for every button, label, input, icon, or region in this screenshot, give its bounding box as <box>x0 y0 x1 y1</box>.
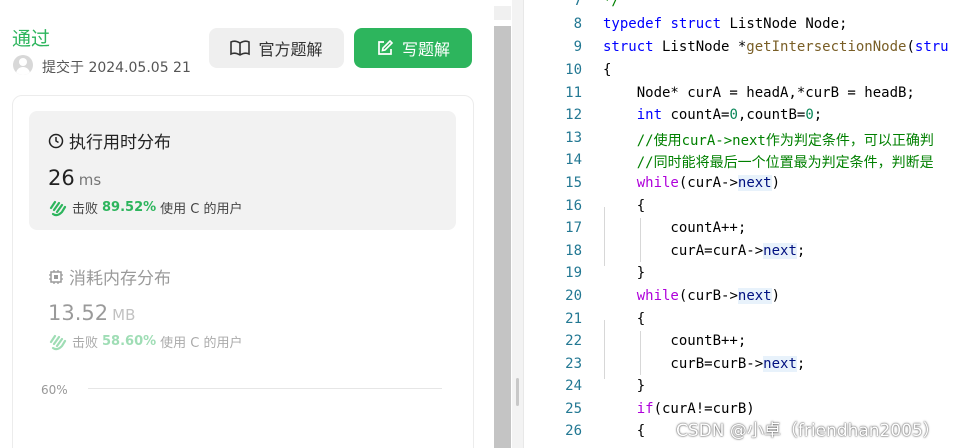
code-line: 20 while(curB->next) <box>565 288 781 304</box>
official-solution-label: 官方题解 <box>258 40 323 59</box>
chart-gridline <box>88 388 442 389</box>
write-solution-label: 写题解 <box>401 40 450 59</box>
code-line: 12 int countA=0,countB=0; <box>565 107 823 123</box>
divider-handle[interactable] <box>516 378 519 406</box>
code-line: 14 //同时能将最后一个位置最为判定条件，判断是 <box>565 152 934 171</box>
memory-value: 13.52 MB <box>48 301 136 325</box>
code-line: 15 while(curA->next) <box>565 175 781 191</box>
code-line: 8 typedef struct ListNode Node; <box>573 16 848 32</box>
scroll-up-button[interactable] <box>494 6 511 20</box>
write-solution-button[interactable]: 写题解 <box>354 28 472 68</box>
code-editor[interactable]: 7 */ 8 typedef struct ListNode Node; 9 stru… <box>524 0 962 448</box>
clap-icon <box>49 334 67 350</box>
code-line: 24 } <box>565 378 646 394</box>
clap-icon <box>49 200 67 216</box>
submission-panel: 通过 提交于 2024.05.05 21:2 官方题解 写题解 执行用时分布 2… <box>0 0 490 448</box>
code-line: 13 //使用curA->next作为判定条件，可以正确判 <box>565 130 934 149</box>
code-line: 9 struct ListNode *getIntersectionNode(st… <box>573 39 949 55</box>
edit-icon <box>378 39 394 55</box>
submitted-time: 提交于 2024.05.05 21:2 <box>42 60 192 76</box>
book-icon <box>230 40 251 56</box>
code-line: 16 { <box>565 198 646 214</box>
csdn-watermark: CSDN @小卓（friendhan2005） <box>676 421 940 441</box>
chip-icon <box>49 269 63 284</box>
official-solution-button[interactable]: 官方题解 <box>209 28 344 68</box>
clock-icon <box>48 133 64 148</box>
code-line: 21 { <box>565 311 646 327</box>
code-line: 7 */ <box>573 0 620 9</box>
memory-title: 消耗内存分布 <box>48 264 171 289</box>
runtime-value: 26 ms <box>48 166 102 190</box>
memory-beat: 击败 58.60% 使用 C 的用户 <box>48 332 243 351</box>
code-line: 23 curB=curB->next; <box>565 356 806 372</box>
code-line: 18 curA=curA->next; <box>565 243 806 259</box>
runtime-title: 执行用时分布 <box>48 128 171 153</box>
left-panel-scrollbar[interactable] <box>494 26 511 448</box>
avatar[interactable] <box>13 55 33 75</box>
code-line: 10{ <box>565 62 612 78</box>
runtime-beat: 击败 89.52% 使用 C 的用户 <box>48 198 243 217</box>
code-line: 19 } <box>565 265 646 281</box>
submission-status: 通过 <box>12 28 51 50</box>
code-line: 11 Node* curA = headA,*curB = headB; <box>565 85 915 101</box>
chart-axis-label: 60% <box>41 383 68 397</box>
code-line: 22 countB++; <box>565 333 747 349</box>
code-line: 17 countA++; <box>565 220 747 236</box>
